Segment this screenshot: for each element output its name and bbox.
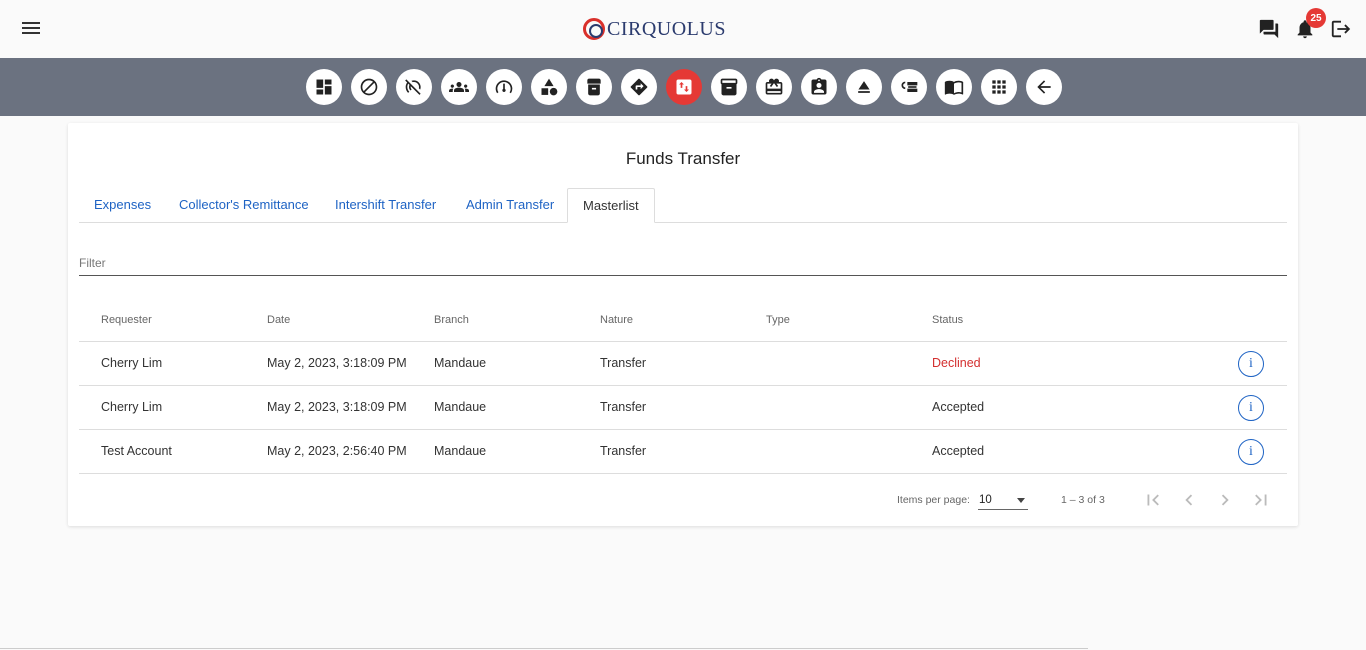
cell-nature: Transfer bbox=[600, 356, 647, 370]
last-page-icon[interactable] bbox=[1250, 489, 1272, 511]
funds-transfer-card: Funds Transfer Expenses Collector's Remi… bbox=[68, 123, 1298, 526]
card-giftcard-icon[interactable] bbox=[756, 69, 792, 105]
notification-badge: 25 bbox=[1306, 8, 1326, 28]
block-icon[interactable] bbox=[351, 69, 387, 105]
column-header-type[interactable]: Type bbox=[766, 314, 790, 326]
brand-name: CIRQUOLUS bbox=[607, 17, 726, 40]
logout-icon[interactable] bbox=[1330, 18, 1352, 40]
info-icon: i bbox=[1249, 444, 1253, 459]
divider bbox=[0, 648, 1088, 649]
brand-mark-icon bbox=[583, 18, 605, 40]
shapes-icon[interactable] bbox=[531, 69, 567, 105]
funds-transfer-icon[interactable] bbox=[666, 69, 702, 105]
cell-requester: Cherry Lim bbox=[101, 400, 163, 414]
speedometer-icon[interactable] bbox=[486, 69, 522, 105]
info-button[interactable]: i bbox=[1238, 395, 1264, 421]
book-icon[interactable] bbox=[936, 69, 972, 105]
info-button[interactable]: i bbox=[1238, 351, 1264, 377]
column-header-status[interactable]: Status bbox=[932, 314, 963, 326]
filter-input[interactable] bbox=[79, 251, 1287, 276]
eject-icon[interactable] bbox=[846, 69, 882, 105]
group-icon[interactable] bbox=[441, 69, 477, 105]
items-per-page-label: Items per page: bbox=[897, 494, 970, 506]
apps-grid-icon[interactable] bbox=[981, 69, 1017, 105]
cell-branch: Mandaue bbox=[434, 444, 487, 458]
no-signal-icon[interactable] bbox=[396, 69, 432, 105]
inventory-icon[interactable] bbox=[711, 69, 747, 105]
cell-date: May 2, 2023, 3:18:09 PM bbox=[267, 400, 407, 414]
cell-date: May 2, 2023, 2:56:40 PM bbox=[267, 444, 407, 458]
table-row: Test Account May 2, 2023, 2:56:40 PM Man… bbox=[79, 430, 1287, 474]
tab-collectors-remittance[interactable]: Collector's Remittance bbox=[164, 188, 324, 223]
cell-date: May 2, 2023, 3:18:09 PM bbox=[267, 356, 407, 370]
cell-branch: Mandaue bbox=[434, 356, 487, 370]
column-header-branch[interactable]: Branch bbox=[434, 314, 469, 326]
cell-requester: Test Account bbox=[101, 444, 172, 458]
dashboard-icon[interactable] bbox=[306, 69, 342, 105]
archive-box-icon[interactable] bbox=[576, 69, 612, 105]
tab-expenses[interactable]: Expenses bbox=[79, 188, 166, 223]
page-range-label: 1 – 3 of 3 bbox=[1061, 494, 1105, 506]
menu-icon[interactable] bbox=[22, 19, 44, 39]
items-per-page-select[interactable]: 10 bbox=[978, 490, 1028, 510]
tab-masterlist[interactable]: Masterlist bbox=[567, 188, 655, 223]
directions-icon[interactable] bbox=[621, 69, 657, 105]
column-header-nature[interactable]: Nature bbox=[600, 314, 633, 326]
chat-icon[interactable] bbox=[1258, 18, 1280, 40]
table-row: Cherry Lim May 2, 2023, 3:18:09 PM Manda… bbox=[79, 386, 1287, 430]
info-icon: i bbox=[1249, 356, 1253, 371]
tab-admin-transfer[interactable]: Admin Transfer bbox=[451, 188, 569, 223]
back-arrow-icon[interactable] bbox=[1026, 69, 1062, 105]
table-row: Cherry Lim May 2, 2023, 3:18:09 PM Manda… bbox=[79, 342, 1287, 386]
info-icon: i bbox=[1249, 400, 1253, 415]
cell-status: Accepted bbox=[932, 400, 985, 414]
cell-nature: Transfer bbox=[600, 444, 647, 458]
brand-logo[interactable]: CIRQUOLUS bbox=[583, 16, 726, 42]
app-header: CIRQUOLUS 25 bbox=[0, 0, 1366, 58]
clipboard-user-icon[interactable] bbox=[801, 69, 837, 105]
cell-branch: Mandaue bbox=[434, 400, 487, 414]
first-page-icon[interactable] bbox=[1142, 489, 1164, 511]
module-toolbar bbox=[0, 58, 1366, 116]
cell-requester: Cherry Lim bbox=[101, 356, 163, 370]
page-title: Funds Transfer bbox=[625, 149, 741, 168]
column-header-date[interactable]: Date bbox=[267, 314, 290, 326]
cell-nature: Transfer bbox=[600, 400, 647, 414]
masterlist-table: Requester Date Branch Nature Type Status… bbox=[79, 298, 1287, 474]
checklist-icon[interactable] bbox=[891, 69, 927, 105]
table-header: Requester Date Branch Nature Type Status bbox=[79, 298, 1287, 342]
paginator: Items per page: 10 1 – 3 of 3 bbox=[68, 488, 1298, 512]
tab-bar: Expenses Collector's Remittance Intershi… bbox=[79, 188, 1287, 223]
items-per-page-value: 10 bbox=[979, 494, 992, 506]
info-button[interactable]: i bbox=[1238, 439, 1264, 465]
column-header-requester[interactable]: Requester bbox=[101, 314, 152, 326]
previous-page-icon[interactable] bbox=[1178, 489, 1200, 511]
cell-status: Accepted bbox=[932, 444, 985, 458]
cell-status: Declined bbox=[932, 356, 981, 370]
chevron-down-icon bbox=[1017, 498, 1025, 503]
next-page-icon[interactable] bbox=[1214, 489, 1236, 511]
tab-intershift-transfer[interactable]: Intershift Transfer bbox=[320, 188, 451, 223]
